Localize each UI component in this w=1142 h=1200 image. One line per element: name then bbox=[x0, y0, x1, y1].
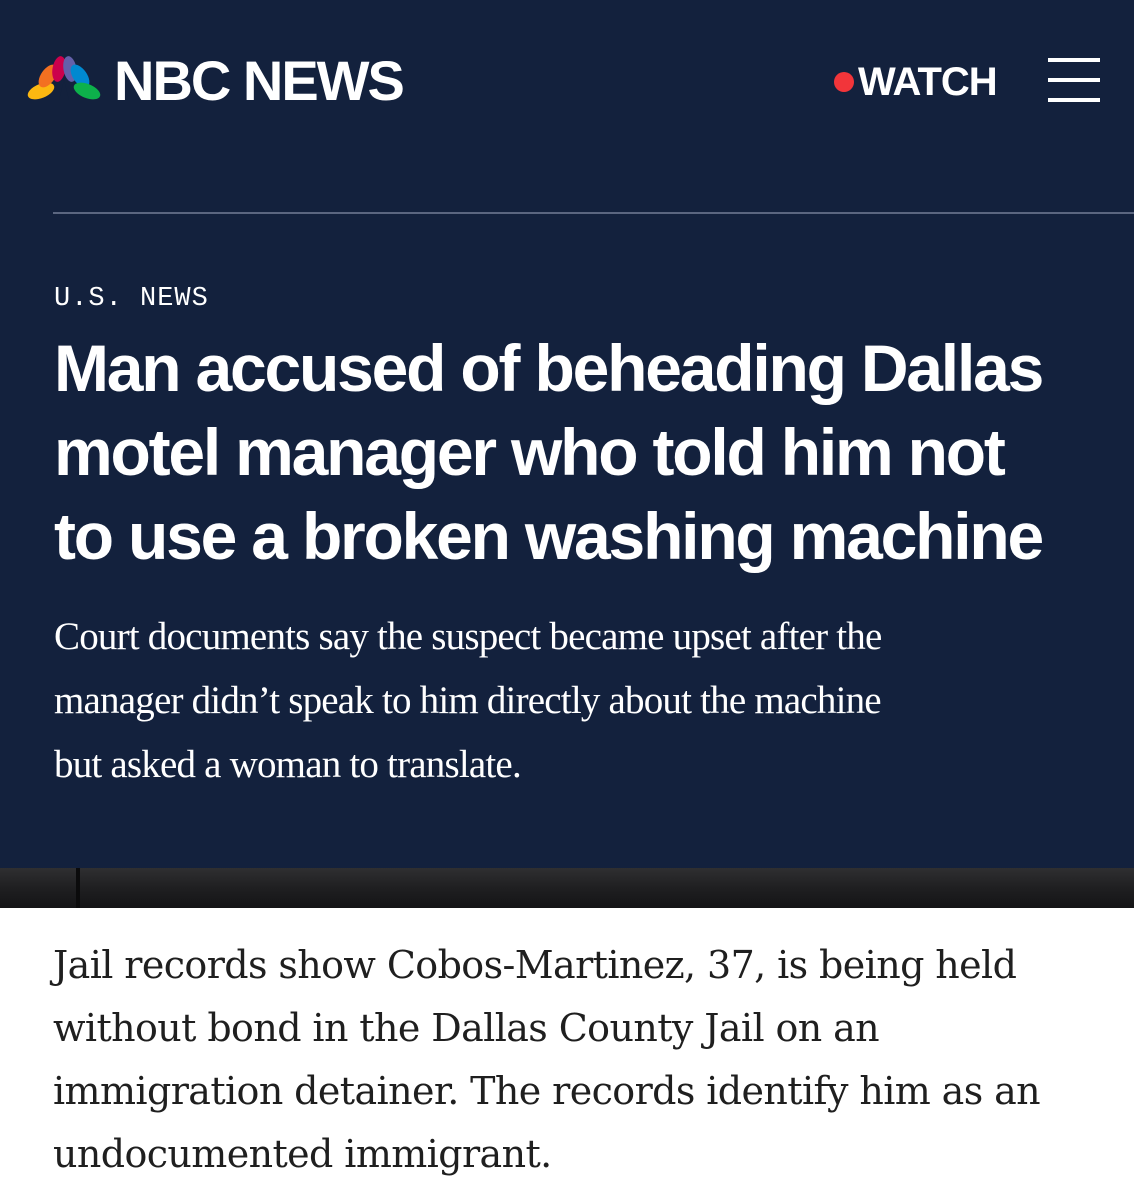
hamburger-menu-icon[interactable] bbox=[1048, 58, 1100, 102]
article-body-paragraph: Jail records show Cobos-Martinez, 37, is… bbox=[53, 934, 1113, 1186]
body-line: undocumented immigrant. bbox=[53, 1132, 552, 1176]
body-line: Jail records show Cobos-Martinez, 37, is… bbox=[53, 943, 1017, 987]
watch-live-button[interactable]: WATCH bbox=[834, 60, 998, 104]
body-line: without bond in the Dallas County Jail o… bbox=[53, 1006, 880, 1050]
hamburger-bar bbox=[1048, 58, 1100, 62]
dek-line: Court documents say the suspect became u… bbox=[54, 615, 882, 658]
brand-name: NBC NEWS bbox=[114, 49, 405, 112]
hamburger-bar bbox=[1048, 98, 1100, 102]
headline-line: to use a broken washing machine bbox=[54, 499, 1044, 573]
article-header-band: NBC NEWS WATCH U.S. NEWS Man accused of … bbox=[0, 0, 1142, 868]
page-edge bbox=[1134, 0, 1142, 1200]
photo-detail bbox=[76, 868, 80, 908]
headline-line: Man accused of beheading Dallas bbox=[54, 331, 1044, 405]
watch-label: WATCH bbox=[858, 60, 998, 104]
live-dot-icon bbox=[834, 72, 854, 92]
dek-line: manager didn’t speak to him directly abo… bbox=[54, 679, 882, 722]
hamburger-bar bbox=[1048, 78, 1100, 82]
lead-photo-edge bbox=[0, 868, 1134, 908]
dek-line: but asked a woman to translate. bbox=[54, 743, 522, 786]
article-dek: Court documents say the suspect became u… bbox=[54, 605, 1114, 797]
header-divider bbox=[53, 212, 1142, 214]
article-headline: Man accused of beheading Dallas motel ma… bbox=[54, 326, 1114, 578]
headline-line: motel manager who told him not bbox=[54, 415, 1006, 489]
nbc-news-logo[interactable]: NBC NEWS bbox=[26, 49, 405, 112]
nbc-peacock-logo-icon bbox=[27, 56, 101, 100]
section-label[interactable]: U.S. NEWS bbox=[54, 284, 209, 314]
body-line: immigration detainer. The records identi… bbox=[53, 1069, 1041, 1113]
